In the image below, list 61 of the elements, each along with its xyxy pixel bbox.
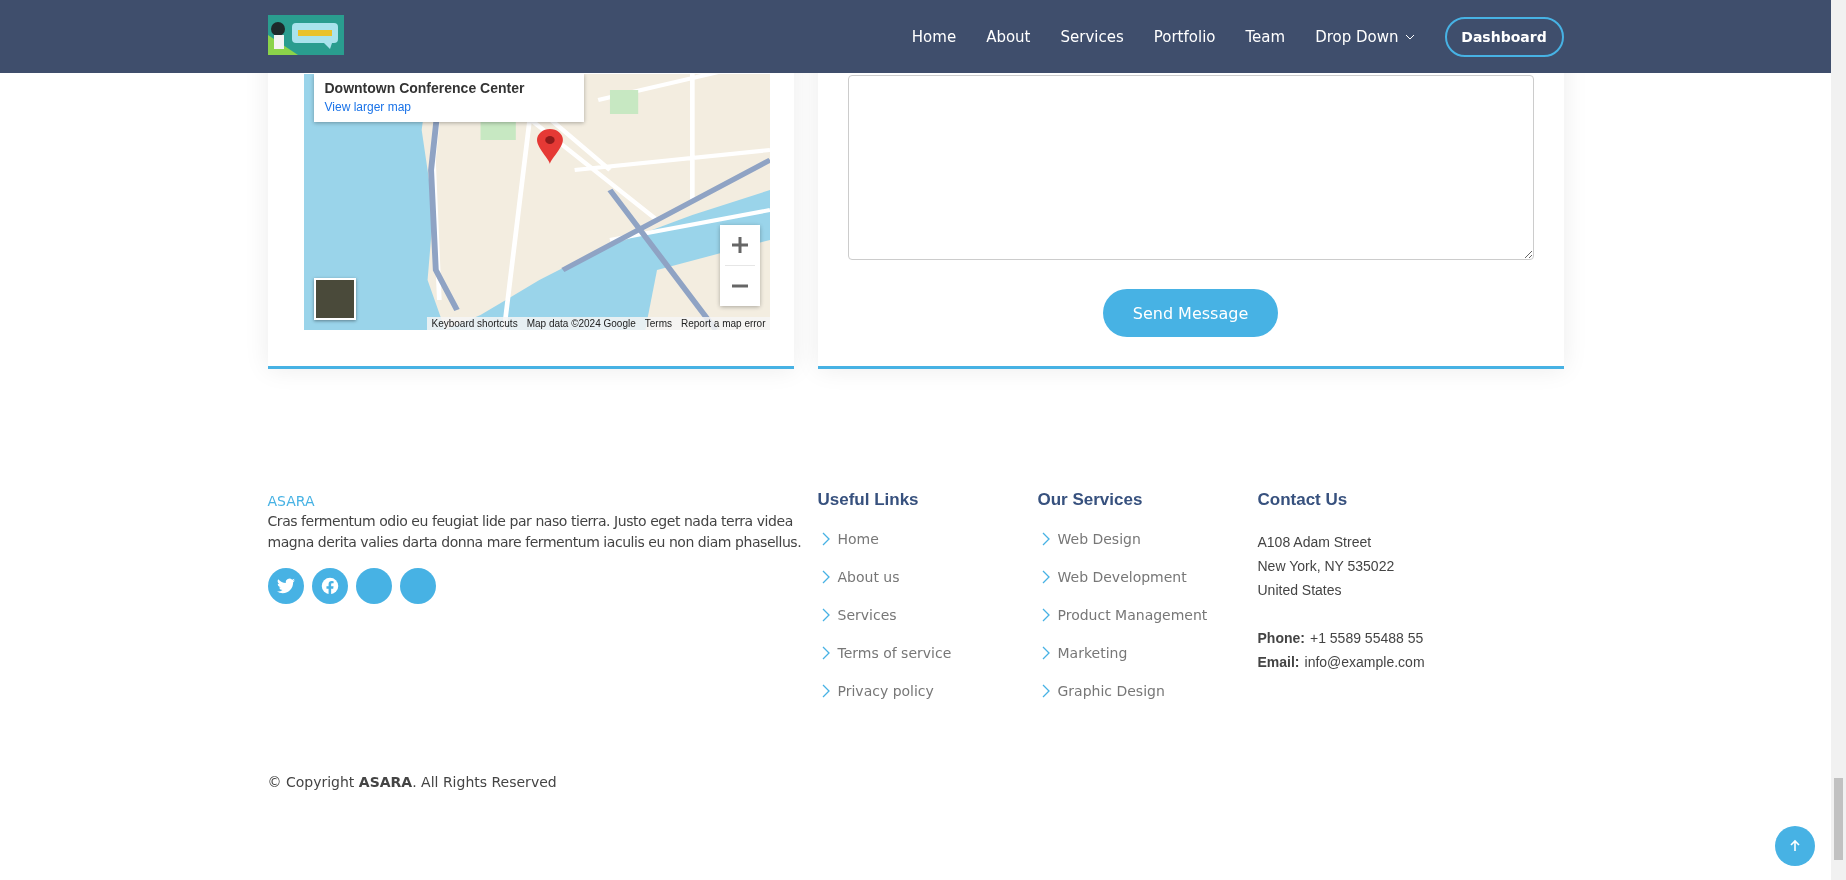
social-link[interactable]	[355, 568, 392, 604]
place-title: Downtown Conference Center	[324, 80, 526, 96]
chevron-icon	[821, 532, 830, 546]
chevron-icon	[821, 608, 830, 622]
footer-link[interactable]: Marketing	[1057, 645, 1128, 661]
social-link[interactable]	[267, 568, 304, 604]
nav-link[interactable]: Team	[1230, 19, 1301, 54]
facebook-icon	[320, 577, 339, 595]
chevron-icon	[1041, 532, 1050, 546]
message-field[interactable]	[847, 75, 1534, 260]
scrollbar[interactable]	[1831, 0, 1846, 880]
footer-link[interactable]: Privacy policy	[837, 683, 934, 699]
address-line: United States	[1257, 581, 1343, 600]
contact-value: info@example.com	[1304, 654, 1425, 670]
chevron-icon	[1041, 684, 1050, 698]
logo-drawing[interactable]	[267, 14, 344, 55]
nav-link[interactable]: Home	[896, 19, 972, 54]
footer-link[interactable]: About us	[837, 569, 900, 585]
chevron-icon	[821, 570, 830, 584]
dashboard-button[interactable]: Dashboard	[1444, 16, 1564, 57]
minus-icon	[730, 284, 749, 288]
scroll-to-top-button[interactable]	[1775, 826, 1815, 866]
zoom-in-button[interactable]	[719, 225, 760, 265]
address-line: A108 Adam Street	[1257, 533, 1373, 552]
address-line: New York, NY 535022	[1257, 557, 1396, 576]
bird-icon	[276, 578, 295, 594]
satellite-thumbnail[interactable]	[313, 278, 356, 320]
footer-link[interactable]: Web Design	[1057, 531, 1141, 547]
social-link[interactable]	[399, 568, 436, 604]
footer-description: Cras fermentum odio eu feugiat lide par naso tierra. Justo eget nada terra videa magna derita valies darta donna mare fermentum iaculis eu non diam phasellus.	[267, 512, 803, 552]
footer-link[interactable]: Terms of service	[837, 645, 952, 661]
column-heading: Contact Us	[1257, 490, 1349, 510]
column-heading: Useful Links	[817, 490, 920, 510]
plus-icon	[730, 236, 749, 254]
chevron-icon	[821, 646, 830, 660]
attribution-link[interactable]: Keyboard shortcuts	[431, 318, 518, 329]
contact-label: Phone:	[1257, 630, 1305, 646]
attribution-link[interactable]: Report a map error	[681, 318, 766, 329]
footer-link[interactable]: Graphic Design	[1057, 683, 1165, 699]
nav-link[interactable]: About	[971, 19, 1046, 54]
chevron-icon	[1041, 570, 1050, 584]
footer-link[interactable]: Home	[837, 531, 879, 547]
column-heading: Our Services	[1037, 490, 1144, 510]
copyright-text: © Copyright ASARA. All Rights Reserved	[267, 774, 558, 790]
view-larger-map-link[interactable]: View larger map	[324, 100, 411, 114]
footer-link[interactable]: Services	[837, 607, 897, 623]
social-link[interactable]	[311, 568, 348, 604]
contact-label: Email:	[1257, 654, 1300, 670]
footer-link[interactable]: Web Development	[1057, 569, 1187, 585]
nav-link[interactable]: Services	[1045, 19, 1139, 54]
caret-icon	[1404, 33, 1415, 40]
attribution-link[interactable]: Terms	[644, 318, 672, 329]
contact-value: +1 5589 55488 55	[1309, 630, 1424, 646]
chevron-icon	[821, 684, 830, 698]
footer-brand: ASARA	[267, 493, 316, 509]
footer-link[interactable]: Product Management	[1057, 607, 1208, 623]
nav-link[interactable]: Drop Down	[1300, 19, 1430, 54]
attribution-link[interactable]: Map data ©2024 Google	[526, 318, 636, 329]
chevron-icon	[1041, 608, 1050, 622]
chevron-icon	[1041, 646, 1050, 660]
nav-link[interactable]: Portfolio	[1138, 19, 1231, 54]
